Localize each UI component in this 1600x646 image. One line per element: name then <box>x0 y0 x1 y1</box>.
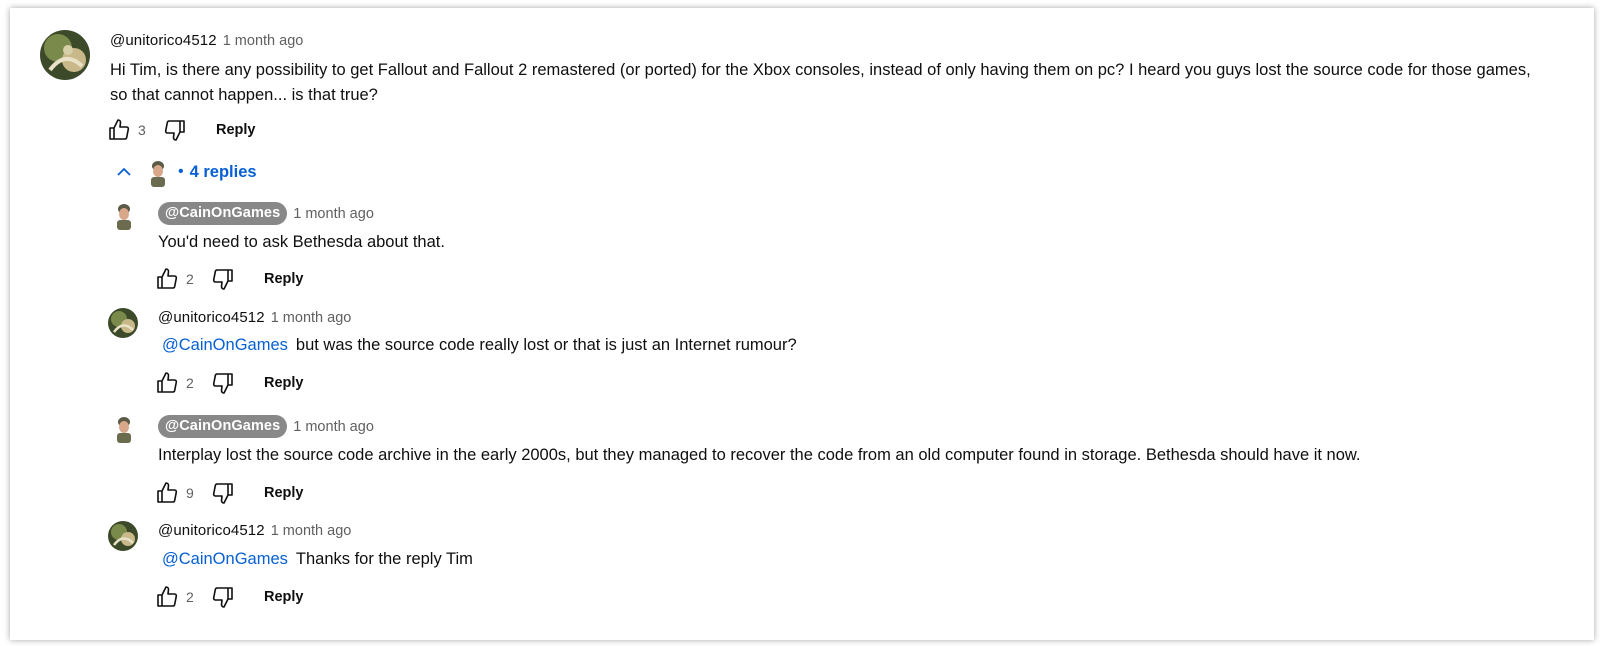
chevron-up-icon[interactable] <box>114 162 134 182</box>
like-icon[interactable] <box>154 370 180 396</box>
comment-author[interactable]: @unitorico4512 <box>158 309 265 326</box>
reply-button[interactable]: Reply <box>264 375 304 391</box>
mention-link[interactable]: @CainOnGames <box>162 550 288 568</box>
dislike-icon[interactable] <box>210 480 236 506</box>
mention-link[interactable]: @CainOnGames <box>162 336 288 354</box>
like-count: 2 <box>186 271 194 287</box>
comment-timestamp[interactable]: 1 month ago <box>293 419 374 435</box>
avatar[interactable] <box>108 521 138 551</box>
like-count: 2 <box>186 589 194 605</box>
avatar[interactable] <box>112 200 136 230</box>
reply-item: @unitorico4512 1 month ago @CainOnGames T… <box>10 520 1594 625</box>
comment-timestamp[interactable]: 1 month ago <box>271 310 352 326</box>
dislike-icon[interactable] <box>210 584 236 610</box>
reply-button[interactable]: Reply <box>264 589 304 605</box>
comment-text-body: but was the source code really lost or t… <box>295 336 797 354</box>
comment-text: @CainOnGames Thanks for the reply Tim <box>158 547 1538 572</box>
avatar[interactable] <box>108 308 138 338</box>
avatar[interactable] <box>40 30 90 80</box>
comment-author[interactable]: @CainOnGames <box>158 415 288 438</box>
reply-button[interactable]: Reply <box>264 485 304 501</box>
dislike-icon[interactable] <box>162 117 188 143</box>
comment-actions: 2 Reply <box>154 584 304 610</box>
comment-text: Interplay lost the source code archive i… <box>158 446 1361 464</box>
replies-toggle[interactable]: • 4 replies <box>114 157 257 187</box>
comment-actions: 3 Reply <box>106 117 256 143</box>
like-count: 3 <box>138 122 146 138</box>
reply-item: @CainOnGames 1 month ago You'd need to a… <box>10 198 1594 303</box>
avatar[interactable] <box>112 413 136 443</box>
dislike-icon[interactable] <box>210 370 236 396</box>
reply-item: @unitorico4512 1 month ago @CainOnGames b… <box>10 306 1594 411</box>
reply-item: @CainOnGames 1 month ago Interplay lost … <box>10 411 1594 516</box>
reply-button[interactable]: Reply <box>264 271 304 287</box>
reply-button[interactable]: Reply <box>216 122 256 138</box>
replies-separator: • <box>178 163 184 180</box>
comments-panel: @unitorico4512 1 month ago Hi Tim, is th… <box>10 8 1594 640</box>
comment-text: @CainOnGames but was the source code real… <box>158 333 1538 358</box>
like-icon[interactable] <box>154 266 180 292</box>
like-count: 2 <box>186 375 194 391</box>
comment-timestamp[interactable]: 1 month ago <box>223 33 304 49</box>
top-comment: @unitorico4512 1 month ago Hi Tim, is th… <box>10 8 1594 158</box>
comment-text: You'd need to ask Bethesda about that. <box>158 233 445 251</box>
comment-author[interactable]: @CainOnGames <box>158 202 288 225</box>
comment-author[interactable]: @unitorico4512 <box>110 32 217 49</box>
comment-timestamp[interactable]: 1 month ago <box>271 523 352 539</box>
comment-actions: 9 Reply <box>154 480 304 506</box>
comment-actions: 2 Reply <box>154 370 304 396</box>
like-icon[interactable] <box>154 480 180 506</box>
dislike-icon[interactable] <box>210 266 236 292</box>
comment-author[interactable]: @unitorico4512 <box>158 522 265 539</box>
comment-actions: 2 Reply <box>154 266 304 292</box>
comment-thread: @unitorico4512 1 month ago Hi Tim, is th… <box>10 8 1594 640</box>
comment-text-body: Thanks for the reply Tim <box>295 550 473 568</box>
replies-count[interactable]: 4 replies <box>190 163 257 182</box>
comment-text: Hi Tim, is there any possibility to get … <box>110 61 1531 104</box>
comment-timestamp[interactable]: 1 month ago <box>293 206 374 222</box>
avatar <box>146 157 170 187</box>
like-icon[interactable] <box>106 117 132 143</box>
like-count: 9 <box>186 485 194 501</box>
like-icon[interactable] <box>154 584 180 610</box>
